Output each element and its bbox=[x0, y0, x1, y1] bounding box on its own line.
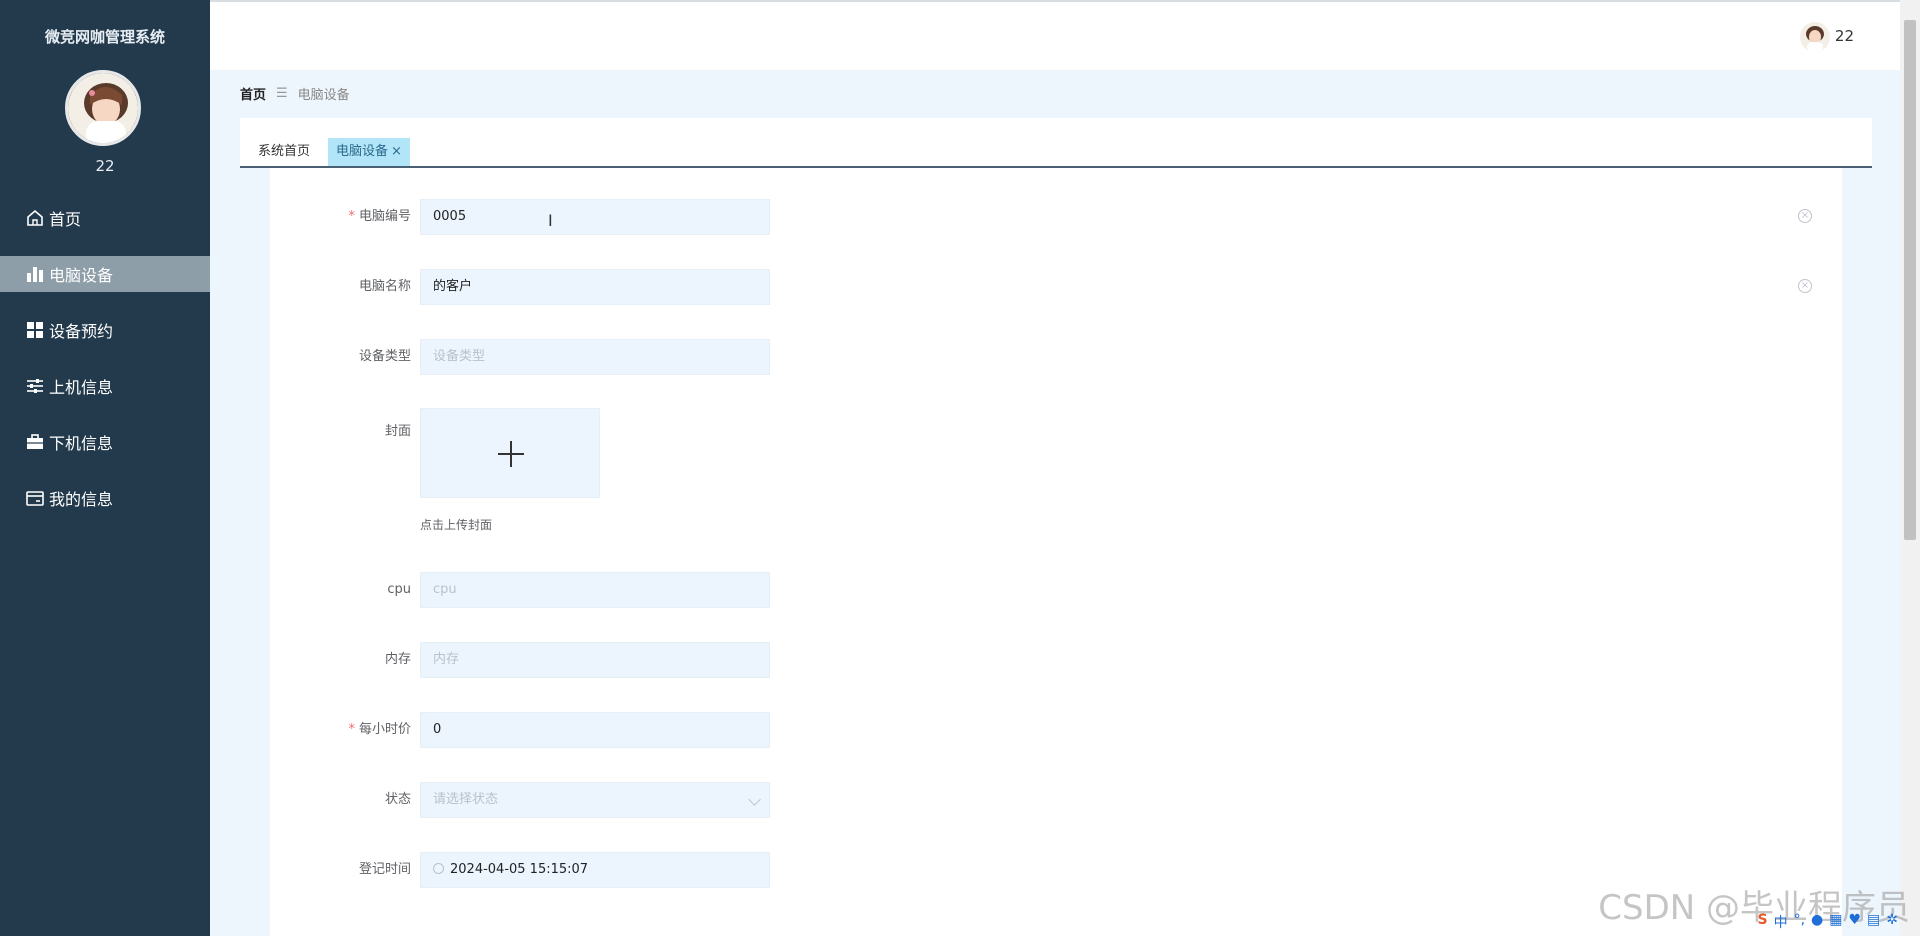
field-label: 登记时间 bbox=[358, 862, 411, 877]
header-avatar[interactable] bbox=[1800, 22, 1830, 52]
field-label: cpu bbox=[387, 582, 411, 597]
sidebar-item-label: 设备预约 bbox=[49, 322, 114, 341]
ime-mode[interactable]: 中 bbox=[1774, 912, 1788, 932]
sidebar-item-my-info[interactable]: 我的信息 bbox=[0, 480, 210, 516]
computer-no-input[interactable]: 0005 bbox=[420, 199, 770, 235]
sidebar-item-computer-devices[interactable]: 电脑设备 bbox=[0, 256, 210, 292]
field-label: 电脑名称 bbox=[358, 279, 411, 294]
computer-name-input[interactable]: 的客户 bbox=[420, 269, 770, 305]
avatar-image bbox=[68, 73, 138, 143]
scrollbar[interactable] bbox=[1900, 0, 1920, 936]
text-cursor-icon: I bbox=[548, 211, 553, 230]
upload-hint: 点击上传封面 bbox=[420, 518, 493, 532]
keyboard-icon[interactable]: ▦ bbox=[1829, 912, 1842, 932]
grid-icon bbox=[24, 319, 46, 341]
field-label: 内存 bbox=[384, 652, 411, 667]
tab-system-home[interactable]: 系统首页 bbox=[250, 138, 318, 166]
required-mark: * bbox=[348, 209, 355, 224]
form-row-cpu: cpu cpu bbox=[270, 572, 1842, 608]
register-time-value: 2024-04-05 15:15:07 bbox=[450, 862, 589, 877]
briefcase-icon bbox=[24, 431, 46, 453]
ime-logo-icon[interactable]: S bbox=[1757, 912, 1767, 932]
toolbox-icon[interactable]: ▤ bbox=[1867, 912, 1880, 932]
tab-label: 电脑设备 bbox=[336, 144, 389, 159]
form-row-computer-name: 电脑名称 的客户 × bbox=[270, 269, 1842, 305]
sidebar-item-logout-info[interactable]: 下机信息 bbox=[0, 424, 210, 460]
clock-icon bbox=[433, 863, 444, 874]
microphone-icon[interactable]: ● bbox=[1811, 912, 1823, 932]
tab-label: 系统首页 bbox=[258, 144, 311, 159]
breadcrumb-home[interactable]: 首页 bbox=[240, 84, 266, 103]
sliders-icon bbox=[24, 375, 46, 397]
chevron-down-icon bbox=[748, 793, 761, 806]
form-row-device-type: 设备类型 设备类型 bbox=[270, 339, 1842, 375]
sidebar-item-home[interactable]: 首页 bbox=[0, 200, 210, 236]
device-type-input[interactable]: 设备类型 bbox=[420, 339, 770, 375]
field-label: 封面 bbox=[384, 424, 411, 439]
form-row-status: 状态 请选择状态 bbox=[270, 782, 1842, 818]
status-placeholder: 请选择状态 bbox=[433, 792, 499, 807]
field-label: * 电脑编号 bbox=[348, 209, 411, 224]
sidebar-item-label: 下机信息 bbox=[49, 434, 114, 453]
sidebar-item-label: 首页 bbox=[49, 210, 82, 229]
home-icon bbox=[24, 207, 46, 229]
bar-chart-icon bbox=[24, 263, 46, 285]
clear-icon[interactable]: × bbox=[1798, 209, 1812, 223]
sidebar-item-login-info[interactable]: 上机信息 bbox=[0, 368, 210, 404]
cpu-input[interactable]: cpu bbox=[420, 572, 770, 608]
header-username[interactable]: 22 bbox=[1835, 27, 1854, 45]
tab-computer-devices[interactable]: 电脑设备 × bbox=[328, 138, 410, 166]
breadcrumb: 首页 ☰ 电脑设备 bbox=[240, 84, 350, 103]
punctuation-icon[interactable]: °, bbox=[1794, 912, 1805, 932]
clear-icon[interactable]: × bbox=[1798, 279, 1812, 293]
sidebar-item-reservations[interactable]: 设备预约 bbox=[0, 312, 210, 348]
register-time-picker[interactable]: 2024-04-05 15:15:07 bbox=[420, 852, 770, 888]
field-label: 状态 bbox=[384, 792, 411, 807]
sidebar-username: 22 bbox=[95, 157, 115, 175]
system-title: 微竞网咖管理系统 bbox=[44, 28, 165, 46]
form-row-memory: 内存 内存 bbox=[270, 642, 1842, 678]
scrollbar-thumb[interactable] bbox=[1904, 20, 1916, 540]
breadcrumb-current: 电脑设备 bbox=[297, 88, 350, 103]
field-label: 设备类型 bbox=[358, 349, 411, 364]
card-icon bbox=[24, 487, 46, 509]
cover-upload-button[interactable] bbox=[420, 408, 600, 498]
settings-icon[interactable]: ✲ bbox=[1886, 912, 1898, 932]
status-select[interactable]: 请选择状态 bbox=[420, 782, 770, 818]
form-row-computer-no: * 电脑编号 0005 × bbox=[270, 199, 1842, 235]
top-header: 22 bbox=[210, 0, 1900, 70]
sidebar-item-label: 我的信息 bbox=[49, 490, 114, 509]
close-icon[interactable]: × bbox=[391, 144, 402, 159]
hourly-price-input[interactable]: 0 bbox=[420, 712, 770, 748]
plus-icon-vertical bbox=[510, 441, 512, 467]
field-label: * 每小时价 bbox=[348, 722, 411, 737]
breadcrumb-separator-icon: ☰ bbox=[276, 86, 288, 101]
sidebar-item-label: 电脑设备 bbox=[49, 266, 114, 285]
sidebar: 微竞网咖管理系统 22 首页 电脑设备 设备预约 上机信息 下机信息 我的信息 bbox=[0, 0, 210, 936]
sidebar-item-label: 上机信息 bbox=[49, 378, 114, 397]
required-mark: * bbox=[348, 722, 355, 737]
sidebar-menu: 首页 电脑设备 设备预约 上机信息 下机信息 我的信息 bbox=[0, 200, 210, 536]
ime-toolbar: S 中 °, ● ▦ ♥ ▤ ✲ bbox=[1757, 912, 1898, 932]
tabs-bar: 系统首页 电脑设备 × bbox=[240, 118, 1872, 168]
skin-icon[interactable]: ♥ bbox=[1848, 912, 1861, 932]
memory-input[interactable]: 内存 bbox=[420, 642, 770, 678]
form-row-hourly-price: * 每小时价 0 bbox=[270, 712, 1842, 748]
avatar-image bbox=[1800, 22, 1830, 52]
avatar[interactable] bbox=[65, 70, 141, 146]
